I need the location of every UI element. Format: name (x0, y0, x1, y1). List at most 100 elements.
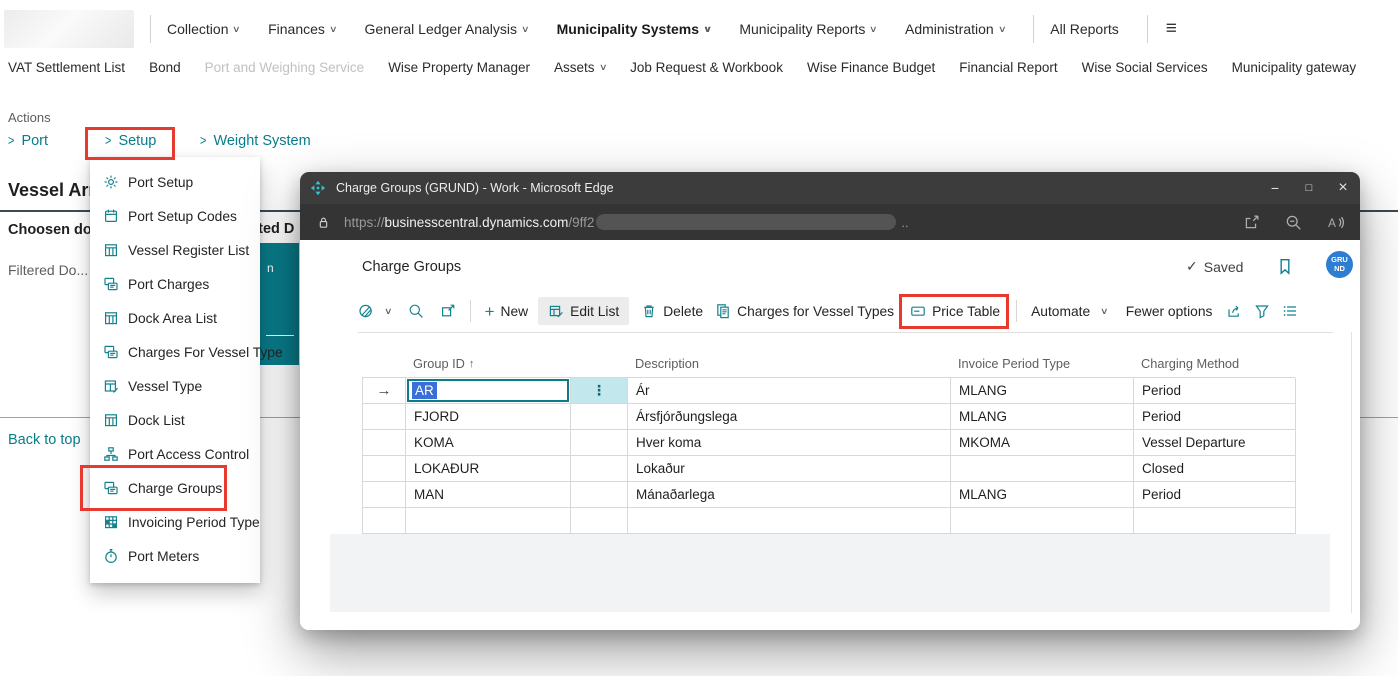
table-row[interactable]: LOKAÐUR Lokaður Closed (363, 456, 1295, 482)
subnav-item-wise-social-services[interactable]: Wise Social Services (1082, 60, 1208, 75)
charges-for-vessel-types-button[interactable]: Charges for Vessel Types (715, 303, 894, 319)
subnav-item-port-and-weighing-service[interactable]: Port and Weighing Service (205, 60, 365, 75)
charging-method-cell[interactable] (1134, 508, 1296, 534)
nav-item-finances[interactable]: Finances∨ (268, 21, 336, 37)
fewer-options-button[interactable]: Fewer options (1126, 304, 1213, 319)
group-id-cell[interactable]: MAN (406, 482, 571, 508)
edit-list-button[interactable]: Edit List (538, 297, 629, 325)
window-titlebar[interactable]: Charge Groups (GRUND) - Work - Microsoft… (300, 172, 1360, 204)
subnav-item-assets[interactable]: Assets∨ (554, 60, 606, 75)
nav-item-municipality-reports[interactable]: Municipality Reports∨ (739, 21, 877, 37)
invoice-period-type-cell[interactable]: MKOMA (951, 430, 1134, 456)
hamburger-menu-icon[interactable]: ≡ (1166, 18, 1177, 40)
table-row[interactable]: MAN Mánaðarlega MLANG Period (363, 482, 1295, 508)
table-row[interactable]: KOMA Hver koma MKOMA Vessel Departure (363, 430, 1295, 456)
nav-item-all-reports[interactable]: All Reports (1050, 21, 1118, 37)
invoice-period-type-cell[interactable]: MLANG (951, 482, 1134, 508)
table-row[interactable] (363, 508, 1295, 534)
description-cell[interactable]: Ársfjórðungslega (628, 404, 951, 430)
share-button[interactable] (1226, 303, 1242, 319)
menu-item-dock-list[interactable]: Dock List (90, 403, 260, 437)
menu-item-invoicing-period-type[interactable]: Invoicing Period Type (90, 505, 260, 539)
automate-button[interactable]: Automate∨ (1031, 304, 1108, 319)
group-id-cell[interactable]: KOMA (406, 430, 571, 456)
price-table-button[interactable]: Price Table (910, 303, 1000, 319)
close-button[interactable]: × (1326, 172, 1360, 204)
row-selector-cell[interactable] (363, 430, 406, 456)
description-cell[interactable]: Hver koma (628, 430, 951, 456)
subnav-item-financial-report[interactable]: Financial Report (959, 60, 1057, 75)
nav-item-administration[interactable]: Administration∨ (905, 21, 1005, 37)
menu-item-port-charges[interactable]: Port Charges (90, 267, 260, 301)
search-button[interactable] (408, 303, 424, 319)
group-id-cell[interactable]: LOKAÐUR (406, 456, 571, 482)
nav-item-collection[interactable]: Collection∨ (167, 21, 240, 37)
subnav-item-vat-settlement-list[interactable]: VAT Settlement List (8, 60, 125, 75)
subnav-item-wise-property-manager[interactable]: Wise Property Manager (388, 60, 530, 75)
action-link-weight-system[interactable]: >Weight System (200, 133, 311, 149)
row-options-cell[interactable] (571, 508, 628, 534)
row-selector-cell[interactable] (363, 482, 406, 508)
menu-item-port-access-control[interactable]: Port Access Control (90, 437, 260, 471)
subnav-item-job-request-workbook[interactable]: Job Request & Workbook (630, 60, 783, 75)
focus-mode-button[interactable] (440, 303, 456, 319)
new-button[interactable]: +New (485, 303, 529, 320)
delete-button[interactable]: Delete (641, 303, 703, 319)
filter-button[interactable] (1254, 303, 1270, 319)
charging-method-cell[interactable]: Period (1134, 404, 1296, 430)
menu-item-port-setup[interactable]: Port Setup (90, 165, 260, 199)
charging-method-cell[interactable]: Closed (1134, 456, 1296, 482)
column-header-charging-method[interactable]: Charging Method (1133, 352, 1295, 375)
description-cell[interactable]: Ár (628, 378, 951, 404)
menu-item-vessel-type[interactable]: Vessel Type (90, 369, 260, 403)
row-selector-cell[interactable] (363, 404, 406, 430)
menu-item-charge-groups[interactable]: Charge Groups (90, 471, 260, 505)
subnav-item-municipality-gateway[interactable]: Municipality gateway (1232, 60, 1357, 75)
subnav-item-wise-finance-budget[interactable]: Wise Finance Budget (807, 60, 935, 75)
bookmark-icon[interactable] (1276, 256, 1294, 276)
menu-item-dock-area-list[interactable]: Dock Area List (90, 301, 260, 335)
open-in-new-window-icon[interactable] (1243, 214, 1260, 231)
row-options-cell[interactable] (571, 456, 628, 482)
invoice-period-type-cell[interactable]: MLANG (951, 378, 1134, 404)
column-header-description[interactable]: Description (627, 352, 950, 375)
row-options-cell[interactable] (571, 404, 628, 430)
action-link-port[interactable]: >Port (8, 133, 48, 149)
group-id-input[interactable]: AR (407, 379, 569, 402)
group-id-cell[interactable]: FJORD (406, 404, 571, 430)
row-selector-cell[interactable] (363, 508, 406, 534)
description-cell[interactable] (628, 508, 951, 534)
menu-item-charges-for-vessel-type[interactable]: Charges For Vessel Type (90, 335, 260, 369)
subnav-item-bond[interactable]: Bond (149, 60, 181, 75)
table-row[interactable]: FJORD Ársfjórðungslega MLANG Period (363, 404, 1295, 430)
row-options-cell[interactable] (571, 430, 628, 456)
invoice-period-type-cell[interactable]: MLANG (951, 404, 1134, 430)
scrollbar-track[interactable] (1351, 332, 1352, 613)
row-selector-cell[interactable]: → (363, 378, 406, 404)
list-view-button[interactable] (1282, 303, 1298, 319)
charging-method-cell[interactable]: Period (1134, 378, 1296, 404)
list-views-button[interactable]: ∨ (358, 303, 392, 319)
menu-item-port-setup-codes[interactable]: Port Setup Codes (90, 199, 260, 233)
column-header-invoice-period-type[interactable]: Invoice Period Type (950, 352, 1133, 375)
invoice-period-type-cell[interactable] (951, 508, 1134, 534)
group-id-cell[interactable] (406, 508, 571, 534)
minimize-button[interactable]: − (1258, 172, 1292, 204)
row-options-cell[interactable]: ⋮ (571, 378, 628, 404)
back-to-top-link[interactable]: Back to top (8, 432, 81, 448)
row-options-cell[interactable] (571, 482, 628, 508)
table-row[interactable]: → AR ⋮ Ár MLANG Period (363, 378, 1295, 404)
zoom-out-icon[interactable] (1285, 214, 1302, 231)
menu-item-vessel-register-list[interactable]: Vessel Register List (90, 233, 260, 267)
maximize-button[interactable]: □ (1292, 172, 1326, 204)
read-aloud-icon[interactable]: A (1327, 214, 1344, 231)
nav-item-municipality-systems[interactable]: Municipality Systems∨ (557, 21, 712, 37)
charging-method-cell[interactable]: Period (1134, 482, 1296, 508)
row-selector-cell[interactable] (363, 456, 406, 482)
description-cell[interactable]: Lokaður (628, 456, 951, 482)
group-id-cell[interactable]: AR (406, 378, 571, 404)
avatar[interactable]: GRUND (1326, 251, 1353, 278)
column-header-group-id[interactable]: Group ID↑ (405, 352, 570, 375)
menu-item-port-meters[interactable]: Port Meters (90, 539, 260, 573)
description-cell[interactable]: Mánaðarlega (628, 482, 951, 508)
